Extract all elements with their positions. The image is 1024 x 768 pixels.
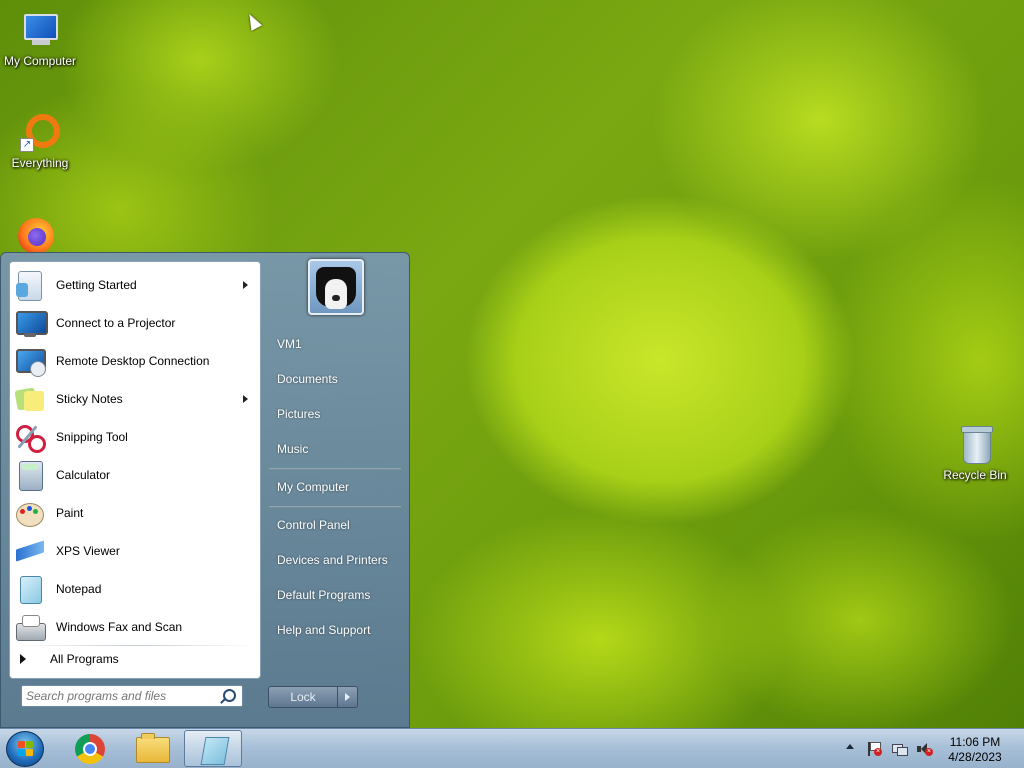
folder-icon: [136, 733, 170, 763]
program-label: Notepad: [56, 582, 102, 596]
taskbar-explorer-button[interactable]: [122, 730, 180, 767]
program-remote-desktop[interactable]: Remote Desktop Connection: [10, 342, 260, 380]
computer-icon: [20, 10, 60, 50]
chrome-icon: [75, 734, 105, 764]
recycle-bin-icon: [955, 424, 995, 464]
program-label: Snipping Tool: [56, 430, 128, 444]
desktop-icon-label: Everything: [11, 156, 69, 170]
right-item-help-support[interactable]: Help and Support: [277, 623, 370, 637]
volume-muted-icon[interactable]: ×: [916, 741, 933, 757]
show-hidden-icons-chevron-up-icon[interactable]: [846, 744, 854, 749]
all-programs-label: All Programs: [50, 652, 119, 666]
projector-icon: [14, 307, 48, 339]
right-item-default-programs[interactable]: Default Programs: [277, 588, 370, 602]
right-item-my-computer[interactable]: My Computer: [277, 480, 349, 494]
fax-icon: [14, 611, 46, 643]
submenu-arrow-icon[interactable]: [243, 281, 248, 289]
start-menu: Getting Started Connect to a Projector R…: [0, 252, 410, 728]
search-box[interactable]: [21, 685, 243, 707]
taskbar: × × 11:06 PM 4/28/2023: [0, 728, 1024, 768]
desktop-icon-label: Recycle Bin: [943, 468, 1007, 482]
taskbar-chrome-button[interactable]: [60, 730, 118, 767]
program-xps-viewer[interactable]: XPS Viewer: [10, 532, 260, 570]
divider: [16, 645, 254, 646]
start-menu-programs-pane: Getting Started Connect to a Projector R…: [9, 261, 261, 679]
program-label: Windows Fax and Scan: [56, 620, 183, 634]
start-button[interactable]: [6, 731, 44, 767]
clock-date: 4/28/2023: [948, 750, 1002, 764]
taskbar-notepad-button[interactable]: [184, 730, 242, 767]
program-label: Remote Desktop Connection: [56, 354, 210, 368]
right-item-user[interactable]: VM1: [277, 337, 302, 351]
right-item-documents[interactable]: Documents: [277, 372, 338, 386]
program-fax-and-scan[interactable]: Windows Fax and Scan: [10, 608, 260, 646]
program-notepad[interactable]: Notepad: [10, 570, 260, 608]
program-paint[interactable]: Paint: [10, 494, 260, 532]
divider: [269, 468, 401, 470]
desktop-icon-my-computer[interactable]: My Computer: [0, 10, 80, 68]
everything-icon: ↗: [20, 112, 60, 152]
user-avatar[interactable]: [308, 259, 364, 315]
search-input[interactable]: [26, 687, 216, 705]
windows-logo-icon: [18, 741, 34, 757]
network-icon[interactable]: [891, 741, 908, 757]
divider: [269, 506, 401, 508]
clock-time: 11:06 PM: [949, 735, 1001, 749]
expand-arrow-icon: [20, 654, 26, 664]
program-label: Getting Started: [56, 278, 137, 292]
program-label: XPS Viewer: [56, 544, 120, 558]
notepad-icon: [200, 737, 230, 765]
calculator-icon: [14, 459, 46, 491]
program-label: Connect to a Projector: [56, 316, 176, 330]
shortcut-arrow-icon: ↗: [20, 138, 34, 152]
right-item-control-panel[interactable]: Control Panel: [277, 518, 350, 532]
right-item-devices-printers[interactable]: Devices and Printers: [277, 553, 388, 567]
remote-desktop-icon: [14, 345, 46, 377]
program-label: Calculator: [56, 468, 111, 482]
getting-started-icon: [14, 269, 46, 301]
right-item-music[interactable]: Music: [277, 442, 308, 456]
program-label: Sticky Notes: [56, 392, 123, 406]
paint-palette-icon: [14, 497, 46, 529]
xps-viewer-icon: [14, 535, 46, 567]
program-connect-to-projector[interactable]: Connect to a Projector: [10, 304, 260, 342]
sticky-notes-icon: [14, 383, 46, 415]
desktop-icon-recycle-bin[interactable]: Recycle Bin: [935, 424, 1015, 482]
program-label: Paint: [56, 506, 84, 520]
scissors-icon: [14, 421, 46, 453]
notepad-icon: [14, 573, 46, 605]
desktop-icon-label: My Computer: [3, 54, 77, 68]
program-getting-started[interactable]: Getting Started: [10, 266, 260, 304]
action-center-flag-icon[interactable]: ×: [866, 741, 882, 757]
program-calculator[interactable]: Calculator: [10, 456, 260, 494]
desktop-icon-everything[interactable]: ↗ Everything: [0, 112, 80, 170]
submenu-arrow-icon[interactable]: [243, 395, 248, 403]
program-sticky-notes[interactable]: Sticky Notes: [10, 380, 260, 418]
all-programs-button[interactable]: All Programs: [20, 652, 119, 666]
search-icon[interactable]: [223, 689, 236, 702]
lock-button[interactable]: Lock: [268, 686, 338, 708]
system-clock[interactable]: 11:06 PM 4/28/2023: [940, 735, 1010, 765]
right-item-pictures[interactable]: Pictures: [277, 407, 320, 421]
shutdown-options-button[interactable]: [337, 686, 358, 708]
program-snipping-tool[interactable]: Snipping Tool: [10, 418, 260, 456]
firefox-icon[interactable]: [14, 214, 62, 254]
